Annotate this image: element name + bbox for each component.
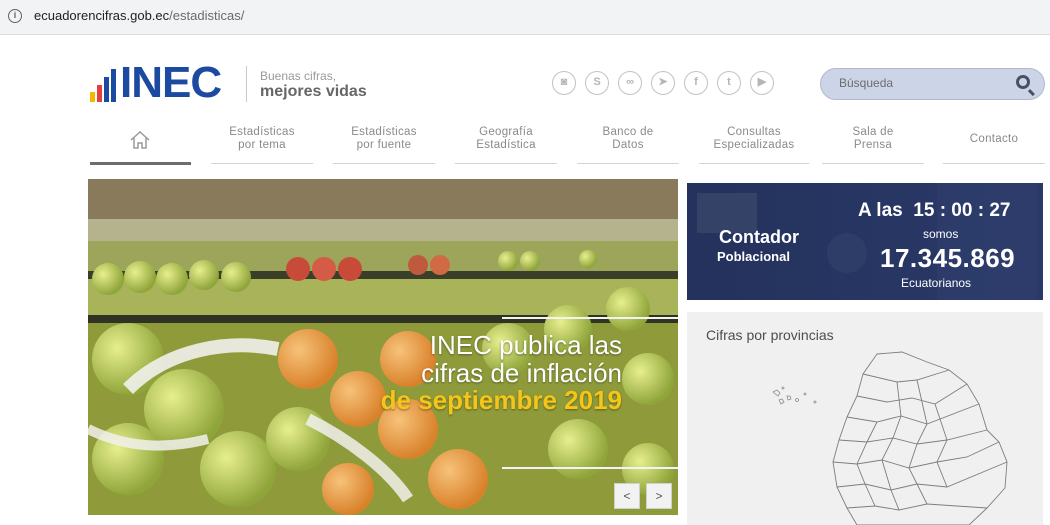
tagline-line2: mejores vidas: [260, 83, 367, 100]
nav-label-line1: Sala de: [852, 126, 894, 138]
nav-underline: [211, 163, 313, 164]
hero-line2: cifras de inflación: [421, 358, 622, 388]
counter-title-2: Poblacional: [717, 249, 790, 264]
tagline: Buenas cifras, mejores vidas: [260, 69, 367, 101]
nav-label-line2: por fuente: [356, 139, 412, 151]
nav-item-estadisticas-fuente[interactable]: Estadísticas por fuente: [333, 126, 435, 164]
provinces-panel[interactable]: Cifras por provincias: [687, 312, 1043, 525]
hero-slider[interactable]: INEC publica las cifras de inflación de …: [88, 179, 678, 515]
nav-label-line2: Estadística: [476, 139, 536, 151]
galapagos-islands: [772, 386, 817, 405]
skype-icon[interactable]: S: [585, 71, 609, 95]
nav-label-line2: Datos: [612, 139, 644, 151]
inec-logo[interactable]: INEC: [90, 58, 222, 107]
logo-bar: [97, 85, 102, 102]
main-nav: Estadísticas por tema Estadísticas por f…: [90, 126, 1045, 166]
mainland-provinces: [832, 351, 1008, 525]
population-counter[interactable]: Contador Poblacional A las 15 : 00 : 27 …: [687, 183, 1043, 300]
nav-label-line2: por tema: [238, 139, 286, 151]
search-box: [820, 68, 1045, 100]
nav-underline: [333, 163, 435, 164]
hero-line1: INEC publica las: [429, 330, 622, 360]
social-icons: ◙ S ∞ ➤ f t ▶: [552, 71, 774, 95]
nav-label-line1: Geografía: [479, 126, 533, 138]
nav-item-banco-datos[interactable]: Banco de Datos: [577, 126, 679, 164]
counter-time-prefix: A las: [858, 200, 903, 221]
nav-label-line1: Contacto: [969, 133, 1019, 145]
slider-prev-button[interactable]: <: [614, 483, 640, 509]
nav-item-geografia[interactable]: Geografía Estadística: [455, 126, 557, 164]
flickr-icon[interactable]: ∞: [618, 71, 642, 95]
search-icon[interactable]: [1016, 75, 1030, 89]
ecuador-map[interactable]: [687, 312, 1043, 525]
counter-suffix: Ecuatorianos: [901, 276, 972, 290]
nav-underline: [577, 163, 679, 164]
nav-underline: [699, 163, 809, 164]
nav-label-line1: Banco de: [602, 126, 654, 138]
youtube-icon[interactable]: ▶: [750, 71, 774, 95]
browser-address-bar[interactable]: i ecuadorencifras.gob.ec/estadisticas/: [0, 0, 1050, 35]
nav-item-sala-prensa[interactable]: Sala de Prensa: [822, 126, 924, 164]
nav-home[interactable]: [90, 126, 191, 165]
population-number: 17.345.869: [880, 243, 1016, 273]
house-icon: [130, 130, 150, 149]
logo-bar: [111, 69, 116, 102]
nav-item-contacto[interactable]: Contacto: [943, 126, 1045, 164]
nav-underline: [90, 162, 191, 165]
twitter-icon[interactable]: t: [717, 71, 741, 95]
facebook-icon[interactable]: f: [684, 71, 708, 95]
nav-label-line1: Estadísticas: [351, 126, 417, 138]
nav-underline: [822, 163, 924, 164]
nav-underline: [455, 163, 557, 164]
nav-item-estadisticas-tema[interactable]: Estadísticas por tema: [211, 126, 313, 164]
url-path: /estadisticas/: [169, 8, 245, 23]
nav-underline: [943, 163, 1045, 164]
hero-line3: de septiembre 2019: [380, 385, 622, 415]
nav-label-line1: Estadísticas: [229, 126, 295, 138]
counter-time-value: 15 : 00 : 27: [913, 200, 1011, 221]
search-input[interactable]: [839, 76, 989, 90]
slider-next-button[interactable]: >: [646, 483, 672, 509]
logo-divider: [246, 66, 247, 102]
counter-somos: somos: [923, 227, 959, 241]
url-domain: ecuadorencifras.gob.ec: [34, 8, 170, 23]
url-text[interactable]: ecuadorencifras.gob.ec/estadisticas/: [34, 8, 244, 23]
nav-label-line1: Consultas: [727, 126, 781, 138]
nav-label-line2: Prensa: [853, 139, 893, 151]
nav-item-consultas[interactable]: Consultas Especializadas: [699, 126, 809, 164]
tagline-line1: Buenas cifras,: [260, 69, 337, 83]
logo-bar: [104, 77, 109, 102]
instagram-icon[interactable]: ◙: [552, 71, 576, 95]
nav-label-line2: Especializadas: [713, 139, 795, 151]
info-icon[interactable]: i: [8, 9, 22, 23]
counter-time: A las 15 : 00 : 27: [858, 200, 1010, 222]
logo-text: INEC: [120, 58, 222, 107]
logo-bar: [90, 92, 95, 102]
counter-title-1: Contador: [719, 227, 799, 247]
logo-bars: [90, 69, 116, 102]
telegram-icon[interactable]: ➤: [651, 71, 675, 95]
